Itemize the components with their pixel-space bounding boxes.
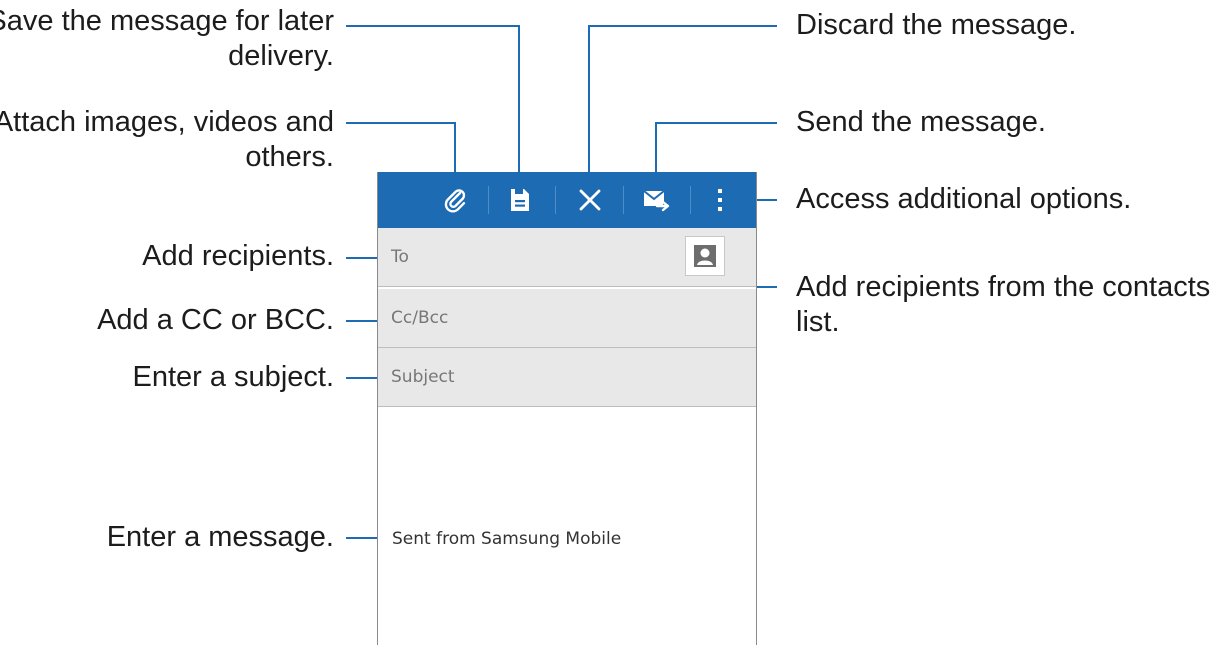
contacts-callout: Add recipients from the contacts list. [796,270,1210,340]
discard-button[interactable] [570,180,610,220]
action-bar [378,172,756,228]
add-recipients-callout: Add recipients. [142,240,334,272]
action-bar-divider [488,186,489,214]
enter-subject-callout: Enter a subject. [132,361,335,393]
action-bar-divider [555,186,556,214]
to-field[interactable]: To [378,228,756,287]
send-callout: Send the message. [796,106,1046,138]
send-button[interactable] [636,180,676,220]
save-callout-line1: Save the message for later [0,5,334,37]
attach-callout: Attach images, videos and others. [0,105,334,175]
subject-field[interactable]: Subject [378,348,756,407]
cc-bcc-field[interactable]: Cc/Bcc [378,289,756,348]
attach-button[interactable] [436,180,476,220]
paperclip-icon [444,189,466,213]
save-draft-icon [511,189,529,211]
attach-callout-line2: others. [245,141,334,173]
contact-person-icon [694,245,716,267]
cc-bcc-field-placeholder: Cc/Bcc [391,308,449,328]
action-bar-divider [690,186,691,214]
save-callout-line [346,25,520,186]
send-mail-icon [643,190,670,212]
contacts-callout-line1: Add recipients from the contacts [796,271,1211,303]
save-draft-button[interactable] [500,180,540,220]
more-options-button[interactable] [700,180,740,220]
add-from-contacts-button[interactable] [685,236,725,276]
message-body[interactable] [378,408,756,645]
contacts-callout-line2: list. [796,306,840,338]
discard-callout: Discard the message. [796,9,1077,41]
enter-message-callout: Enter a message. [106,521,334,553]
add-cc-bcc-callout: Add a CC or BCC. [97,304,334,336]
email-compose-screen: To Cc/Bcc Subject Sent from Samsung Mobi… [377,172,757,645]
more-options-callout: Access additional options. [796,183,1132,215]
save-callout-line2: delivery. [228,40,334,72]
discard-callout-line [588,25,777,186]
close-icon [579,189,601,211]
attach-callout-line1: Attach images, videos and [0,106,334,138]
to-field-placeholder: To [391,247,409,267]
save-callout: Save the message for later delivery. [0,4,334,74]
overflow-menu-icon [718,189,722,211]
message-signature[interactable]: Sent from Samsung Mobile [392,529,621,549]
subject-field-placeholder: Subject [391,367,455,387]
action-bar-divider [623,186,624,214]
